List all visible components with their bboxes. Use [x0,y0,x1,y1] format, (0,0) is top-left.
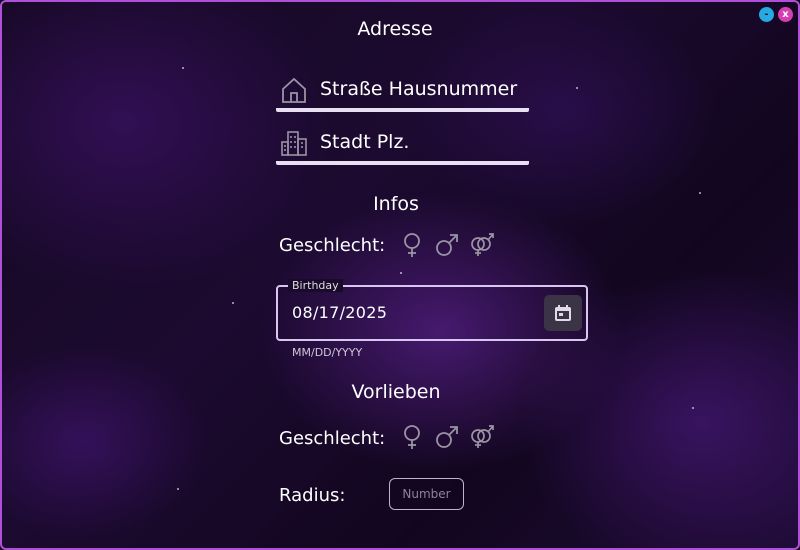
star-decoration [182,67,184,69]
female-icon[interactable] [399,424,425,450]
minimize-button[interactable]: - [759,7,774,22]
birthday-format-hint: MM/DD/YYYY [292,346,363,359]
star-decoration [400,272,402,274]
city-field[interactable]: Stadt Plz. [276,125,529,165]
city-icon [280,129,308,157]
star-decoration [699,192,701,194]
calendar-button[interactable] [544,295,582,331]
preferences-gender-label: Geschlecht: [279,428,386,449]
gender-both-icon[interactable] [468,423,494,449]
male-icon[interactable] [434,232,460,258]
star-decoration [177,488,179,490]
radius-input[interactable] [389,478,464,510]
radius-label: Radius: [279,485,346,506]
birthday-label: Birthday [288,279,343,292]
star-decoration [692,407,694,409]
app-window: - x Adresse Straße Hausnummer Stadt Plz.… [0,0,800,550]
star-decoration [576,87,578,89]
preferences-title: Vorlieben [351,381,441,403]
star-decoration [232,302,234,304]
birthday-value[interactable]: 08/17/2025 [292,303,387,322]
street-field-text: Straße Hausnummer [320,78,518,100]
street-field[interactable]: Straße Hausnummer [276,72,529,112]
home-icon [280,76,308,104]
birthday-field[interactable]: Birthday 08/17/2025 [276,279,588,341]
close-button[interactable]: x [778,7,793,22]
calendar-icon [555,305,571,321]
male-icon[interactable] [434,424,460,450]
female-icon[interactable] [399,232,425,258]
city-field-text: Stadt Plz. [320,131,410,153]
infos-title: Infos [373,193,419,215]
address-title: Adresse [357,18,433,40]
gender-both-icon[interactable] [468,231,494,257]
gender-label: Geschlecht: [279,235,386,256]
